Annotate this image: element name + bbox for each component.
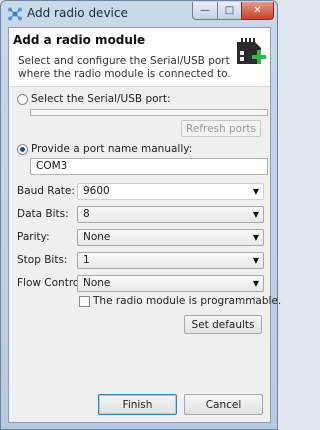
close-button[interactable]: ✕ xyxy=(241,2,274,20)
header-title: Add a radio module xyxy=(13,33,146,47)
baud-rate-value: 9600 xyxy=(83,185,110,197)
data-bits-label: Data Bits: xyxy=(17,208,69,220)
header-description: Select and configure the Serial/USB port… xyxy=(18,55,231,80)
chevron-down-icon: ▼ xyxy=(252,279,259,288)
flow-control-label: Flow Control: xyxy=(17,277,86,289)
select-port-label: Select the Serial/USB port: xyxy=(31,93,171,105)
dialog-window: Add radio device — □ ✕ Add a radio modul… xyxy=(0,0,281,430)
minimize-button[interactable]: — xyxy=(192,2,218,20)
set-defaults-button[interactable]: Set defaults xyxy=(184,315,262,334)
maximize-button[interactable]: □ xyxy=(217,2,242,20)
data-bits-select[interactable]: 8 ▼ xyxy=(77,206,264,223)
select-port-radio[interactable] xyxy=(17,94,28,105)
flow-control-select[interactable]: None ▼ xyxy=(77,275,264,292)
dialog-footer: Finish Cancel xyxy=(9,378,270,422)
port-name-input[interactable]: COM3 xyxy=(30,158,268,175)
parity-select[interactable]: None ▼ xyxy=(77,229,264,246)
port-list[interactable] xyxy=(30,109,268,116)
radio-module-add-icon xyxy=(237,38,266,64)
baud-rate-label: Baud Rate: xyxy=(17,185,75,197)
finish-button[interactable]: Finish xyxy=(98,394,177,415)
stop-bits-select[interactable]: 1 ▼ xyxy=(77,252,264,269)
refresh-ports-button[interactable]: Refresh ports xyxy=(181,120,261,137)
chevron-down-icon: ▼ xyxy=(252,187,259,196)
manual-port-label: Provide a port name manually: xyxy=(31,143,193,155)
programmable-label: The radio module is programmable. xyxy=(93,295,282,307)
title-bar[interactable]: Add radio device — □ ✕ xyxy=(1,1,277,27)
stop-bits-label: Stop Bits: xyxy=(17,254,68,266)
dialog-header: Add a radio module Select and configure … xyxy=(9,28,270,87)
window-title: Add radio device xyxy=(27,6,128,20)
dialog-content: Add a radio module Select and configure … xyxy=(8,27,281,423)
programmable-checkbox[interactable] xyxy=(79,296,90,307)
chevron-down-icon: ▼ xyxy=(252,256,259,265)
flow-control-value: None xyxy=(83,277,111,289)
chevron-down-icon: ▼ xyxy=(252,233,259,242)
data-bits-value: 8 xyxy=(83,208,90,220)
stop-bits-value: 1 xyxy=(83,254,90,266)
manual-port-radio[interactable] xyxy=(17,144,28,155)
parity-value: None xyxy=(83,231,111,243)
cancel-button[interactable]: Cancel xyxy=(184,394,263,415)
baud-rate-select[interactable]: 9600 ▼ xyxy=(77,183,264,200)
chevron-down-icon: ▼ xyxy=(252,210,259,219)
app-icon xyxy=(8,7,22,21)
parity-label: Parity: xyxy=(17,231,50,243)
